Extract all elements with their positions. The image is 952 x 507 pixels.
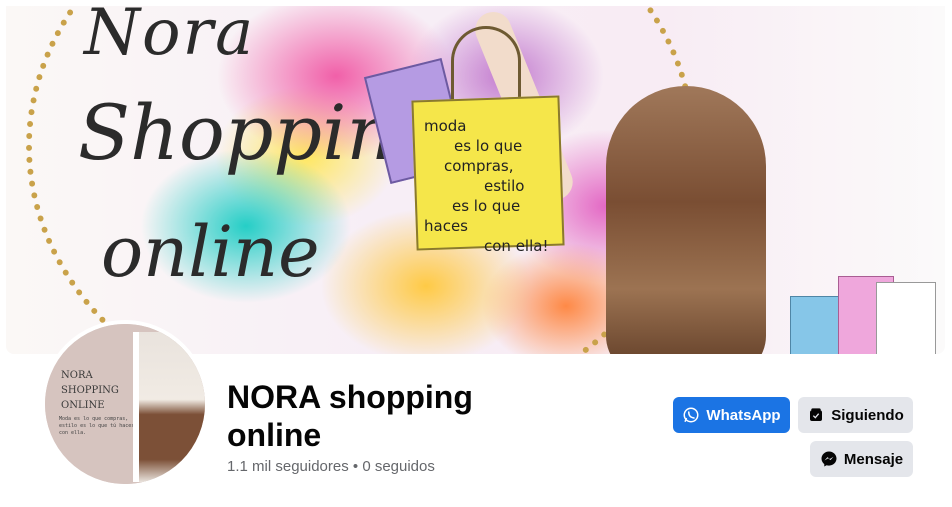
bag-text-line: es lo que (452, 197, 521, 215)
avatar-outfit-photo (133, 332, 205, 482)
profile-avatar[interactable]: NORA SHOPPING ONLINE Moda es lo que comp… (41, 320, 209, 488)
followers-count[interactable]: 1.1 mil seguidores • 0 seguidos (227, 458, 435, 475)
cover-bag-text: moda es lo que compras, estilo es lo que… (424, 116, 554, 256)
cover-script-line-2: Shoppin (78, 88, 396, 177)
bag-text-line: es lo que (454, 137, 523, 155)
avatar-title-line: SHOPPING (61, 385, 119, 396)
following-icon (807, 406, 825, 424)
bag-text-line: estilo (484, 177, 525, 195)
avatar-small-text: Moda es lo que compras, estilo es lo que… (59, 416, 135, 436)
message-button[interactable]: Mensaje (810, 441, 913, 477)
cover-script-line-1: Nora (84, 6, 256, 70)
whatsapp-icon (682, 406, 700, 424)
bag-text-line: compras, (444, 157, 514, 175)
cover-white-bag (876, 282, 936, 354)
avatar-title: NORA SHOPPING ONLINE (61, 368, 131, 413)
messenger-icon (820, 450, 838, 468)
avatar-title-line: ONLINE (61, 400, 105, 411)
whatsapp-button-label: WhatsApp (706, 406, 781, 424)
cover-bag-handle (451, 26, 521, 106)
whatsapp-button[interactable]: WhatsApp (673, 397, 790, 433)
cover-script-line-3: online (101, 211, 320, 293)
bag-text-moda: moda (424, 117, 467, 135)
bag-text-line: haces (424, 217, 468, 235)
cover-woman-hair (606, 86, 766, 354)
following-button-label: Siguiendo (831, 406, 904, 424)
page-title: NORA shopping online (227, 379, 473, 453)
following-button[interactable]: Siguiendo (798, 397, 913, 433)
cover-photo[interactable]: Nora Shoppin online moda es lo que compr… (6, 6, 945, 354)
bag-text-line: con ella! (484, 237, 549, 255)
avatar-title-line: NORA (61, 370, 93, 381)
message-button-label: Mensaje (843, 450, 904, 468)
